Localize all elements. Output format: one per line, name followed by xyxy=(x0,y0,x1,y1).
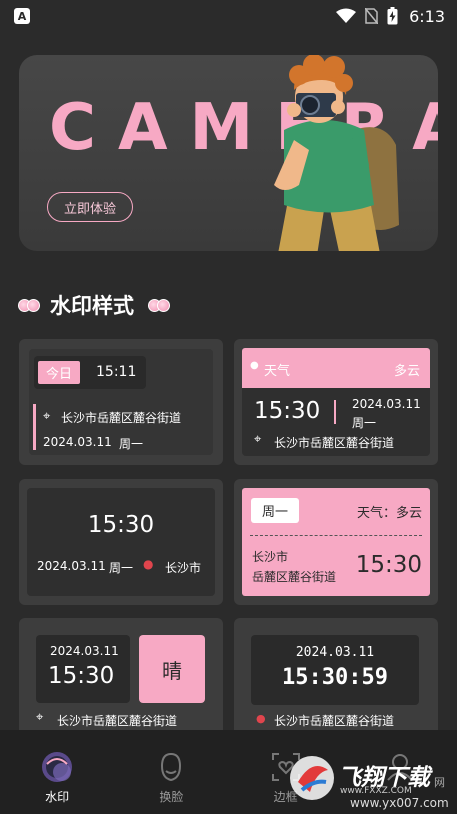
card5-location: 长沙市岳麓区麓谷街道 xyxy=(57,714,178,728)
card6-location: 长沙市岳麓区麓谷街道 xyxy=(274,714,395,728)
card2-location: 长沙市岳麓区麓谷街道 xyxy=(274,436,395,450)
card5-weather: 晴 xyxy=(162,658,182,683)
nav-watermark[interactable]: 水印 xyxy=(12,750,102,805)
card6-time: 15:30:59 xyxy=(282,665,388,690)
try-now-button[interactable]: 立即体验 xyxy=(47,192,133,222)
watermark-style-card-6[interactable]: 2024.03.11 15:30:59 ● 长沙市岳麓区麓谷街道 xyxy=(234,618,438,730)
dashed-divider xyxy=(250,535,422,536)
watermark-style-card-2[interactable]: ● 天气 多云 15:30 2024.03.11 周一 ⌖ 长沙市岳麓区麓谷街道 xyxy=(234,339,438,465)
battery-charging-icon xyxy=(387,7,398,25)
app-notification-icon: A xyxy=(14,8,30,24)
status-time: 6:13 xyxy=(409,6,445,26)
left-dots-decoration xyxy=(18,298,40,312)
card3-time: 15:30 xyxy=(87,512,155,538)
card4-weather: 天气：多云 xyxy=(356,506,422,521)
watermark-url-overlay: www.FXXZ.COM xyxy=(340,786,412,796)
watermark-style-card-4[interactable]: 周一 天气：多云 长沙市 岳麓区麓谷街道 15:30 xyxy=(234,479,438,605)
card1-weekday: 周一 xyxy=(119,437,144,451)
card3-city: 长沙市 xyxy=(165,561,202,575)
watermark-style-card-1[interactable]: 今日 15:11 ⌖ 长沙市岳麓区麓谷街道 2024.03.11 周一 xyxy=(19,339,223,465)
card1-date: 2024.03.11 xyxy=(43,435,112,449)
watermark-style-card-5[interactable]: 2024.03.11 15:30 晴 ⌖ 长沙市岳麓区麓谷街道 xyxy=(19,618,223,730)
face-icon xyxy=(161,752,182,782)
card5-time: 15:30 xyxy=(48,663,115,689)
card1-location: 长沙市岳麓区麓谷街道 xyxy=(61,411,182,425)
nav-faceswap[interactable]: 换脸 xyxy=(126,750,216,805)
crosshair-icon: ⌖ xyxy=(36,710,44,725)
watermark-extra: 网 xyxy=(434,776,445,789)
promo-banner[interactable]: CAMERA 立即体验 xyxy=(19,55,438,251)
divider xyxy=(334,400,336,424)
card4-time: 15:30 xyxy=(355,552,422,578)
status-bar: A 6:13 xyxy=(0,0,457,32)
card6-date: 2024.03.11 xyxy=(295,645,375,660)
crosshair-icon: ⌖ xyxy=(254,432,262,447)
watermark-style-card-3[interactable]: 15:30 2024.03.11 周一 ● 长沙市 xyxy=(19,479,223,605)
card4-location-line1: 长沙市 xyxy=(252,550,289,564)
watermark-url: www.yx007.com xyxy=(350,796,449,810)
card2-time: 15:30 xyxy=(254,398,321,424)
location-pin-icon: ● xyxy=(256,712,266,725)
camera-lens-icon xyxy=(42,752,73,782)
card4-location-line2: 岳麓区麓谷街道 xyxy=(252,570,337,584)
nav-label-faceswap: 换脸 xyxy=(159,790,184,804)
right-dots-decoration xyxy=(148,298,170,312)
no-sim-icon xyxy=(365,8,379,24)
section-title: 水印样式 xyxy=(50,294,134,318)
crosshair-icon: ⌖ xyxy=(43,409,51,424)
today-tag: 今日 xyxy=(38,361,80,384)
nav-label-watermark: 水印 xyxy=(45,790,70,804)
card2-weather-value: 多云 xyxy=(393,364,420,379)
card2-weather-label: 天气 xyxy=(264,364,291,379)
card2-weekday: 周一 xyxy=(352,416,377,430)
location-pin-icon: ● xyxy=(143,557,154,571)
bullet-icon: ● xyxy=(250,360,259,371)
wifi-icon xyxy=(336,8,357,23)
accent-bar xyxy=(33,404,36,450)
photographer-illustration xyxy=(234,55,434,251)
card1-time: 15:11 xyxy=(96,364,137,380)
card3-weekday: 周一 xyxy=(109,561,134,575)
site-watermark: 飞翔下载 网 www.FXXZ.COM www.yx007.com xyxy=(288,752,453,814)
card5-weather-box: 晴 xyxy=(139,635,205,703)
card4-weekday: 周一 xyxy=(251,498,299,523)
card5-date: 2024.03.11 xyxy=(50,644,119,658)
section-header: 水印样式 xyxy=(18,290,170,320)
card3-date: 2024.03.11 xyxy=(37,559,106,573)
card2-date: 2024.03.11 xyxy=(352,397,421,411)
weather-header: ● 天气 多云 xyxy=(242,348,430,388)
